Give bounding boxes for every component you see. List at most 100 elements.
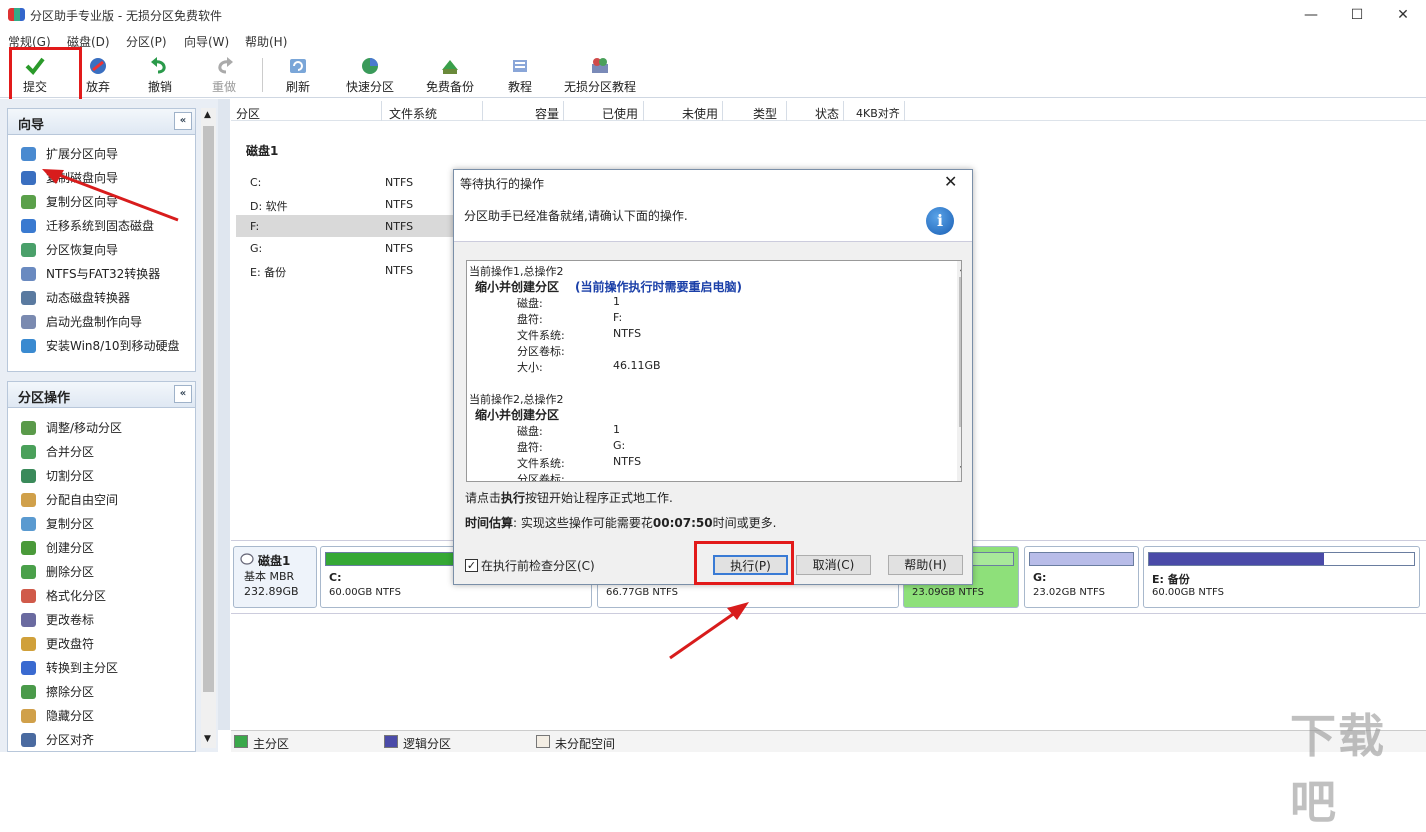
col-type[interactable]: 类型 [753, 105, 777, 122]
disk-icon [240, 553, 254, 565]
ops-item-label: 合并分区 [46, 445, 95, 459]
col-filesystem[interactable]: 文件系统 [389, 105, 437, 122]
ops-item-icon [21, 517, 36, 531]
legend-primary: 主分区 [253, 737, 290, 751]
col-divider [722, 101, 723, 121]
ops-item[interactable]: 更改卷标 [8, 608, 195, 632]
partition-ops-header: 分区操作 « [8, 382, 195, 408]
op1-header: 当前操作1,总操作2 [469, 265, 564, 278]
col-capacity[interactable]: 容量 [535, 105, 559, 122]
col-status[interactable]: 状态 [815, 105, 839, 122]
ops-item[interactable]: 转换到主分区 [8, 656, 195, 680]
ops-item[interactable]: 切割分区 [8, 464, 195, 488]
scroll-up-icon[interactable]: ▲ [204, 110, 211, 120]
ops-item[interactable]: 复制分区 [8, 512, 195, 536]
checkbox-icon[interactable]: ✓ [465, 559, 478, 572]
ops-item-label: 删除分区 [46, 565, 95, 579]
scroll-up-icon[interactable]: ▲ [960, 263, 961, 273]
col-partition[interactable]: 分区 [236, 105, 260, 122]
menu-wizard[interactable]: 向导(W) [184, 33, 229, 50]
col-used[interactable]: 已使用 [602, 105, 638, 122]
unallocated-swatch [536, 735, 550, 748]
refresh-button[interactable]: 刷新 [278, 54, 318, 96]
ops-item[interactable]: 合并分区 [8, 440, 195, 464]
check-before-exec[interactable]: ✓ 在执行前检查分区(C) [465, 557, 595, 574]
dialog-close-icon[interactable]: ✕ [944, 172, 957, 191]
undo-button[interactable]: 撤销 [140, 54, 180, 96]
block-name: C: [329, 571, 342, 584]
sidebar-scrollbar[interactable]: ▲ ▼ [201, 108, 216, 748]
partition-row[interactable]: F: NTFS [236, 215, 458, 237]
block-size: 23.09GB NTFS [912, 587, 984, 598]
wizard-item-label: 扩展分区向导 [46, 147, 119, 161]
wizard-item[interactable]: 分区恢复向导 [8, 238, 195, 262]
op-field-label: 盘符: [517, 313, 543, 326]
pointer-arrow-2 [669, 602, 749, 660]
ops-item[interactable]: 分区对齐 [8, 728, 195, 752]
op-field-label: 磁盘: [517, 425, 543, 438]
partition-row[interactable]: E: 备份 NTFS [236, 259, 458, 281]
partition-row[interactable]: D: 软件 NTFS [236, 193, 458, 215]
block-size: 60.00GB NTFS [1152, 587, 1224, 598]
maximize-button[interactable]: ☐ [1334, 0, 1380, 30]
ops-item[interactable]: 分配自由空间 [8, 488, 195, 512]
ops-item-icon [21, 541, 36, 555]
scrollbar-thumb[interactable] [203, 126, 214, 692]
scroll-down-icon[interactable]: ▼ [960, 465, 961, 475]
hint-pre: 请点击 [465, 491, 502, 505]
collapse-icon[interactable]: « [174, 385, 192, 403]
col-free[interactable]: 未使用 [682, 105, 718, 122]
collapse-icon[interactable]: « [174, 112, 192, 130]
cancel-button[interactable]: 取消(C) [796, 555, 871, 575]
ops-item-label: 擦除分区 [46, 685, 95, 699]
op-field-label: 大小: [517, 361, 543, 374]
operations-scrollbar[interactable]: ▲ ▼ [957, 261, 961, 481]
partition-row[interactable]: G: NTFS [236, 237, 458, 259]
ops-item[interactable]: 擦除分区 [8, 680, 195, 704]
redo-button[interactable]: 重做 [204, 54, 244, 96]
ops-item[interactable]: 删除分区 [8, 560, 195, 584]
wizard-item[interactable]: 安装Win8/10到移动硬盘 [8, 334, 195, 358]
ops-item[interactable]: 隐藏分区 [8, 704, 195, 728]
lossless-tutorial-icon [592, 58, 608, 73]
partition-block[interactable]: G: 23.02GB NTFS [1024, 546, 1139, 608]
help-button[interactable]: 帮助(H) [888, 555, 963, 575]
splitter[interactable] [218, 99, 230, 730]
col-4k-align[interactable]: 4KB对齐 [856, 105, 900, 121]
partition-fs: NTFS [385, 242, 414, 255]
partition-fs: NTFS [385, 264, 414, 277]
minimize-button[interactable]: — [1288, 0, 1334, 30]
wizard-item[interactable]: NTFS与FAT32转换器 [8, 262, 195, 286]
scrollbar-thumb[interactable] [959, 277, 961, 427]
wizard-panel-title: 向导 [18, 118, 45, 133]
wizard-item[interactable]: 扩展分区向导 [8, 142, 195, 166]
discard-label: 放弃 [85, 80, 110, 94]
partition-row[interactable]: C: NTFS [236, 171, 458, 193]
ops-item[interactable]: 更改盘符 [8, 632, 195, 656]
lossless-tutorial-button[interactable]: 无损分区教程 [560, 54, 640, 96]
wizard-item[interactable]: 启动光盘制作向导 [8, 310, 195, 334]
operations-list[interactable]: 当前操作1,总操作2 缩小并创建分区 (当前操作执行时需要重启电脑) 磁盘: 1 盘… [466, 260, 962, 482]
wizard-item[interactable]: 动态磁盘转换器 [8, 286, 195, 310]
ops-item[interactable]: 调整/移动分区 [8, 416, 195, 440]
scroll-down-icon[interactable]: ▼ [204, 734, 211, 744]
ops-item[interactable]: 创建分区 [8, 536, 195, 560]
wizard-item-icon [21, 315, 36, 329]
menu-partition[interactable]: 分区(P) [126, 33, 167, 50]
disk1-info[interactable]: 磁盘1 基本 MBR 232.89GB [233, 546, 317, 608]
op1-title: 缩小并创建分区 [475, 280, 560, 294]
op2-title: 缩小并创建分区 [475, 408, 560, 422]
quick-partition-button[interactable]: 快速分区 [340, 54, 400, 96]
ops-item[interactable]: 格式化分区 [8, 584, 195, 608]
ops-item-icon [21, 709, 36, 723]
free-backup-button[interactable]: 免费备份 [420, 54, 480, 96]
close-button[interactable]: ✕ [1380, 0, 1426, 30]
discard-button[interactable]: 放弃 [78, 54, 118, 96]
disk-title: 磁盘1 [246, 144, 279, 158]
tutorial-button[interactable]: 教程 [500, 54, 540, 96]
menu-help[interactable]: 帮助(H) [245, 33, 287, 50]
dialog-title: 等待执行的操作 [460, 177, 545, 191]
wizard-item-icon [21, 267, 36, 281]
wizard-item-label: 安装Win8/10到移动硬盘 [46, 339, 180, 353]
partition-block[interactable]: E: 备份 60.00GB NTFS [1143, 546, 1420, 608]
